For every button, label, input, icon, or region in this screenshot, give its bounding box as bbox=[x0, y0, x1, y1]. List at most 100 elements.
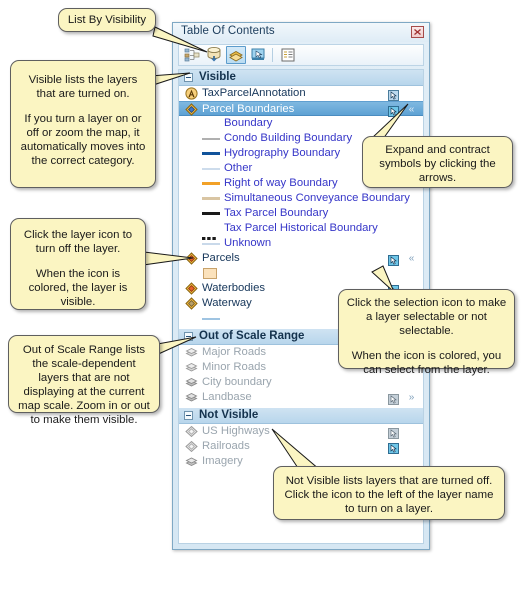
callout-selection-icon: Click the selection icon to make a layer… bbox=[338, 289, 515, 376]
line-symbol-swatch bbox=[202, 212, 220, 215]
layer-row-us-highways[interactable]: US Highways bbox=[179, 424, 423, 439]
callout-text: Expand and contract symbols by clicking … bbox=[379, 144, 496, 184]
symbol-label: Condo Building Boundary bbox=[224, 132, 353, 144]
callout-text: When the icon is colored, the layer is v… bbox=[28, 268, 128, 308]
group-layer-icon[interactable] bbox=[185, 376, 198, 389]
symbol-row: Simultaneous Conveyance Boundary bbox=[179, 191, 423, 206]
options-icon bbox=[281, 48, 295, 62]
symbol-label: Hydrography Boundary bbox=[224, 147, 341, 159]
layer-name: Landbase bbox=[202, 391, 252, 403]
callout-text: When the icon is colored, you can select… bbox=[351, 350, 502, 376]
callout-text: Click the selection icon to make a layer… bbox=[346, 297, 507, 337]
callout-expand-contract: Expand and contract symbols by clicking … bbox=[362, 136, 513, 188]
collapse-toggle-icon[interactable] bbox=[184, 73, 193, 82]
panel-titlebar: Table Of Contents bbox=[173, 23, 429, 42]
dotted-line-symbol-swatch bbox=[202, 227, 220, 240]
callout-text: Not Visible lists layers that are turned… bbox=[284, 475, 494, 515]
symbol-label: Right of way Boundary bbox=[224, 177, 338, 189]
callout-not-visible: Not Visible lists layers that are turned… bbox=[273, 466, 505, 520]
layer-name: Railroads bbox=[202, 440, 250, 452]
list-by-visibility-button[interactable] bbox=[226, 46, 246, 64]
layer-row[interactable]: TaxParcelAnnotation bbox=[179, 86, 423, 101]
list-by-source-button[interactable] bbox=[204, 46, 224, 64]
toolbar-separator bbox=[272, 48, 273, 62]
feature-layer-off-icon[interactable] bbox=[185, 425, 198, 438]
layer-row-railroads[interactable]: Railroads bbox=[179, 439, 423, 454]
line-symbol-swatch bbox=[202, 138, 220, 140]
annotation-icon[interactable] bbox=[185, 87, 198, 100]
feature-layer-icon[interactable] bbox=[185, 103, 198, 116]
layer-row-parcel-boundaries[interactable]: Parcel Boundaries « bbox=[179, 101, 423, 117]
layer-name: TaxParcelAnnotation bbox=[202, 87, 306, 99]
callout-text: Click the layer icon to turn off the lay… bbox=[23, 229, 133, 255]
raster-layer-icon[interactable] bbox=[185, 455, 198, 468]
feature-layer-icon[interactable] bbox=[185, 252, 198, 265]
group-label: Out of Scale Range bbox=[199, 330, 305, 342]
symbol-label: Tax Parcel Boundary bbox=[224, 207, 329, 219]
symbol-row: Tax Parcel Boundary bbox=[179, 206, 423, 221]
line-symbol-swatch bbox=[202, 197, 220, 200]
collapse-symbols-arrow[interactable]: « bbox=[406, 104, 417, 115]
symbol-label: Tax Parcel Historical Boundary bbox=[224, 222, 378, 234]
layer-name: Waterway bbox=[202, 297, 252, 309]
layer-row-city-boundary[interactable]: City boundary bbox=[179, 375, 423, 390]
symbol-label: Unknown bbox=[224, 237, 272, 249]
collapse-toggle-icon[interactable] bbox=[184, 411, 193, 420]
list-by-selection-button[interactable] bbox=[248, 46, 268, 64]
group-header-visible[interactable]: Visible bbox=[179, 70, 423, 86]
symbol-label: Boundary bbox=[224, 117, 273, 129]
feature-layer-icon[interactable] bbox=[185, 297, 198, 310]
group-layer-icon[interactable] bbox=[185, 391, 198, 404]
line-symbol-swatch bbox=[202, 318, 220, 320]
layer-name: Minor Roads bbox=[202, 361, 267, 373]
callout-visible-group: Visible lists the layers that are turned… bbox=[10, 60, 156, 188]
expand-symbols-arrow[interactable]: » bbox=[406, 392, 417, 403]
layer-name: Parcel Boundaries bbox=[202, 103, 295, 115]
group-layer-icon[interactable] bbox=[185, 361, 198, 374]
layer-row-landbase[interactable]: Landbase » bbox=[179, 390, 423, 405]
layer-row-parcels[interactable]: Parcels « bbox=[179, 251, 423, 266]
selection-list-icon bbox=[251, 48, 265, 60]
symbol-row: Tax Parcel Historical Boundary bbox=[179, 221, 423, 240]
selectable-icon[interactable] bbox=[388, 426, 399, 439]
toc-options-button[interactable] bbox=[278, 46, 298, 64]
callout-out-of-scale-range: Out of Scale Range lists the scale-depen… bbox=[8, 335, 160, 426]
feature-layer-off-icon[interactable] bbox=[185, 440, 198, 453]
panel-title: Table Of Contents bbox=[181, 25, 275, 37]
close-icon[interactable] bbox=[411, 26, 424, 38]
layer-name: Waterbodies bbox=[202, 282, 265, 294]
list-by-drawing-order-button[interactable] bbox=[182, 46, 202, 64]
visibility-icon bbox=[229, 50, 243, 62]
line-symbol-swatch bbox=[202, 182, 220, 185]
collapse-symbols-arrow[interactable]: « bbox=[406, 253, 417, 264]
group-label: Visible bbox=[199, 71, 236, 83]
symbol-row bbox=[179, 266, 423, 281]
fill-symbol-swatch bbox=[203, 268, 217, 279]
selectable-icon[interactable] bbox=[388, 441, 399, 454]
group-label: Not Visible bbox=[199, 409, 259, 421]
line-symbol-swatch bbox=[202, 152, 220, 155]
selectable-icon[interactable] bbox=[388, 88, 399, 101]
selectable-icon[interactable] bbox=[388, 104, 399, 117]
group-layer-icon[interactable] bbox=[185, 346, 198, 359]
symbol-row: Boundary bbox=[179, 116, 423, 131]
drawing-order-icon bbox=[184, 48, 200, 62]
callout-text: If you turn a layer on or off or zoom th… bbox=[20, 113, 146, 167]
callout-list-by-visibility: List By Visibility bbox=[58, 8, 156, 32]
line-symbol-swatch bbox=[202, 168, 220, 170]
callout-layer-icon: Click the layer icon to turn off the lay… bbox=[10, 218, 146, 310]
symbol-label: Simultaneous Conveyance Boundary bbox=[224, 192, 410, 204]
group-header-not-visible[interactable]: Not Visible bbox=[179, 408, 423, 424]
selectable-icon[interactable] bbox=[388, 253, 399, 266]
layer-name: US Highways bbox=[202, 425, 270, 437]
layer-name: City boundary bbox=[202, 376, 272, 388]
callout-text: Visible lists the layers that are turned… bbox=[28, 74, 138, 100]
screenshot-root: Table Of Contents Visible TaxParcelAnnot… bbox=[0, 0, 525, 600]
feature-layer-icon[interactable] bbox=[185, 282, 198, 295]
symbol-label: Other bbox=[224, 162, 253, 174]
selectable-icon[interactable] bbox=[388, 392, 399, 405]
callout-text: Out of Scale Range lists the scale-depen… bbox=[18, 344, 150, 426]
symbol-row: Unknown bbox=[179, 236, 423, 251]
collapse-toggle-icon[interactable] bbox=[184, 332, 193, 341]
source-icon bbox=[207, 46, 221, 62]
